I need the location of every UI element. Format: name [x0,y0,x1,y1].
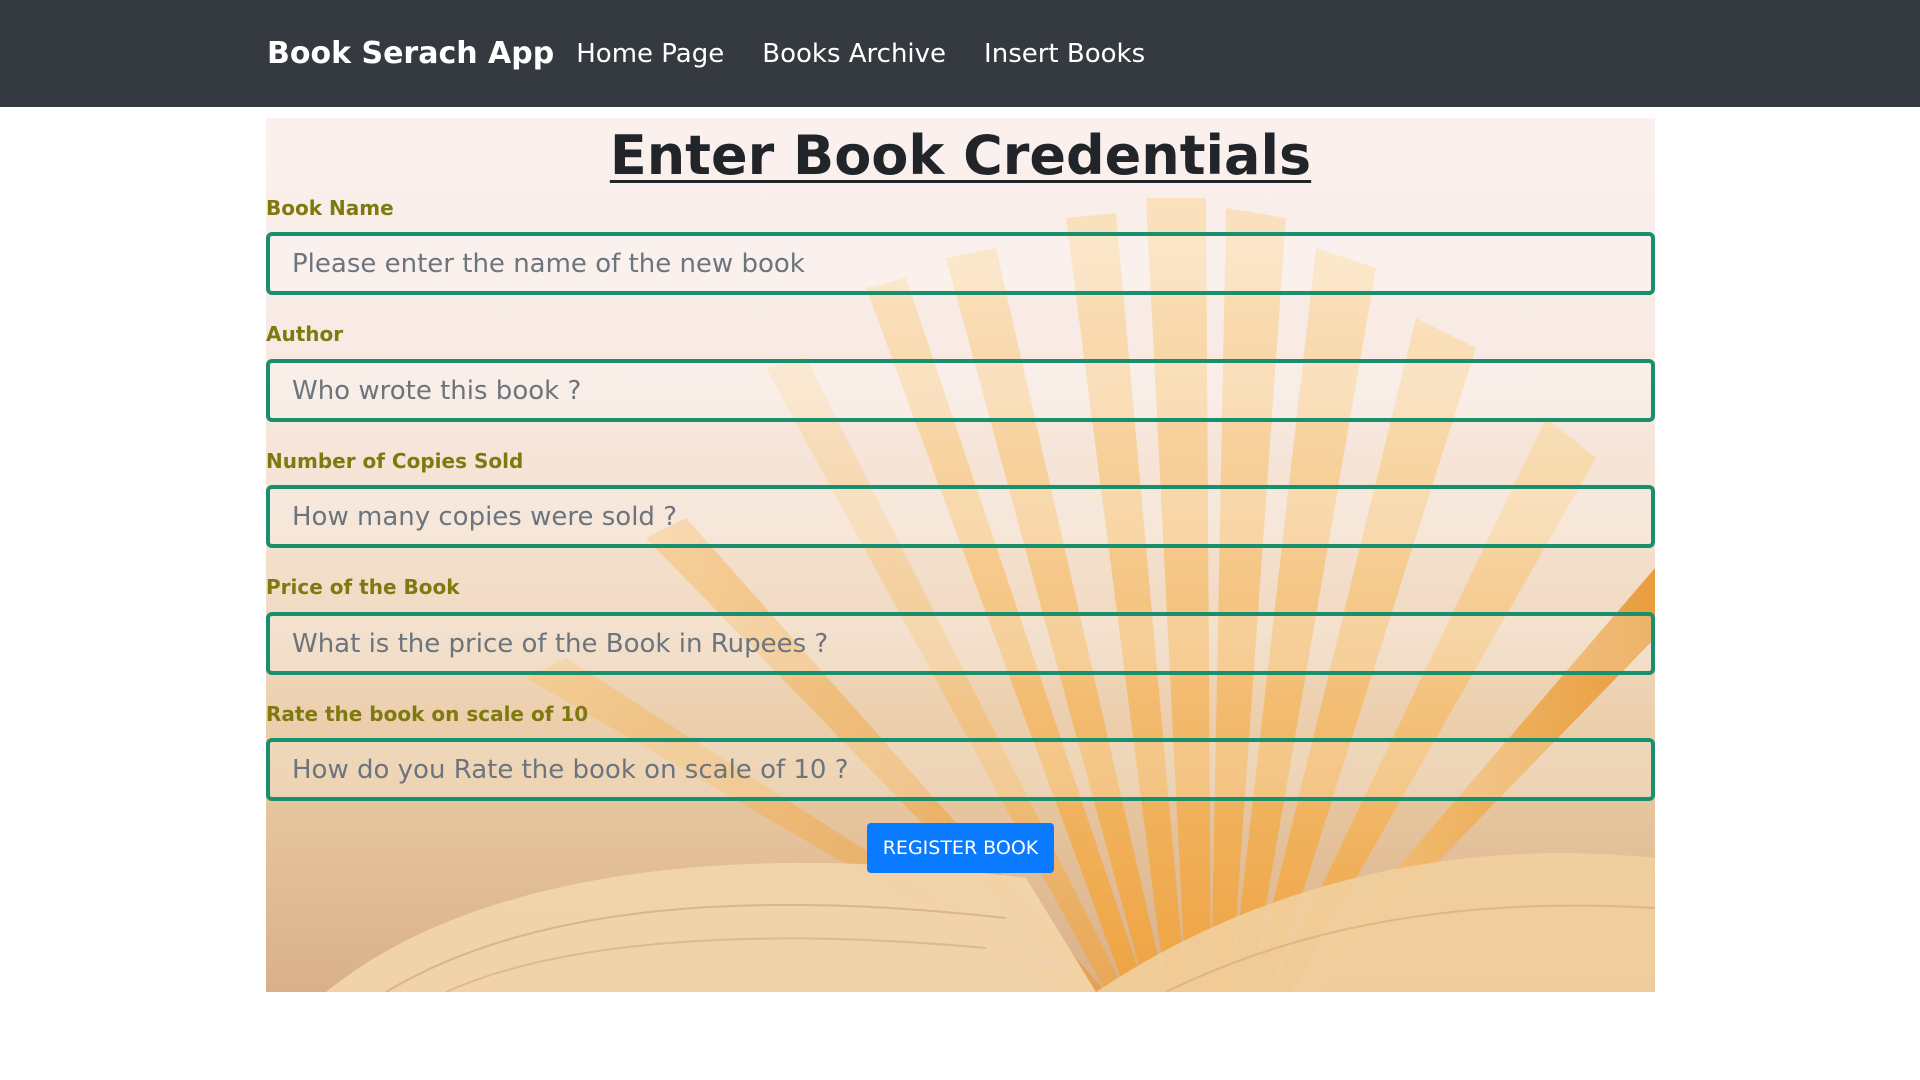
book-name-input[interactable] [266,232,1655,295]
nav-link-books-archive[interactable]: Books Archive [762,39,946,69]
book-name-label: Book Name [266,196,394,220]
app-brand-link[interactable]: Book Serach App [267,36,554,71]
navbar-content: Book Serach App Home Page Books Archive … [267,0,1183,107]
top-navbar: Book Serach App Home Page Books Archive … [0,0,1920,107]
nav-link-insert-books[interactable]: Insert Books [984,39,1145,69]
price-input[interactable] [266,612,1655,675]
author-label: Author [266,322,344,346]
copies-sold-label: Number of Copies Sold [266,449,524,473]
form-title: Enter Book Credentials [609,124,1312,187]
rating-label: Rate the book on scale of 10 [266,702,589,726]
author-input[interactable] [266,359,1655,422]
register-book-button[interactable]: REGISTER BOOK [867,823,1054,873]
copies-sold-input[interactable] [266,485,1655,548]
book-form-panel: Enter Book Credentials Book Name Author … [266,118,1655,992]
price-label: Price of the Book [266,575,460,599]
nav-link-home[interactable]: Home Page [576,39,724,69]
rating-input[interactable] [266,738,1655,801]
